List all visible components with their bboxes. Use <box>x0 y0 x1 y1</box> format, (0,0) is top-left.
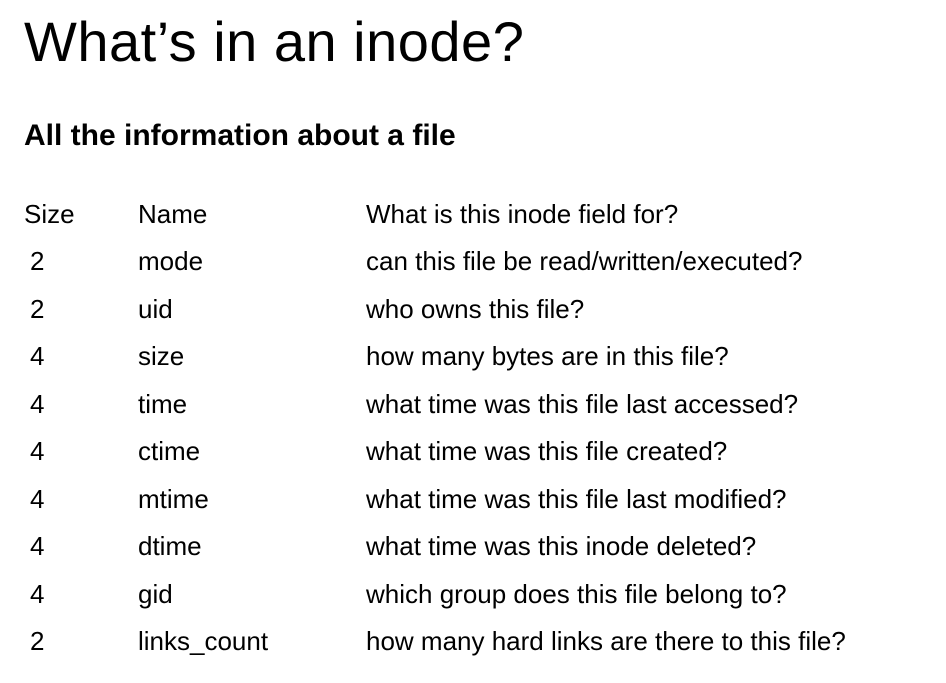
table-row: 4 ctime what time was this file created? <box>24 428 934 476</box>
inode-fields-table: Size Name What is this inode field for? … <box>24 190 934 665</box>
cell-description: can this file be read/written/executed? <box>366 246 803 277</box>
slide-title: What’s in an inode? <box>24 10 525 73</box>
table-row: 4 gid which group does this file belong … <box>24 570 934 618</box>
cell-size: 4 <box>30 483 45 514</box>
table-row: 4 mtime what time was this file last mod… <box>24 475 934 523</box>
cell-description: what time was this file last modified? <box>366 483 787 514</box>
table-row: 4 size how many bytes are in this file? <box>24 333 934 381</box>
cell-description: who owns this file? <box>366 293 585 324</box>
table-row: 4 time what time was this file last acce… <box>24 380 934 428</box>
slide-subtitle: All the information about a file <box>24 119 456 152</box>
cell-description: which group does this file belong to? <box>366 578 787 609</box>
table-row: 2 mode can this file be read/written/exe… <box>24 238 934 286</box>
table-header-row: Size Name What is this inode field for? <box>24 190 934 238</box>
cell-name: links_count <box>138 626 269 657</box>
cell-name: gid <box>138 578 173 609</box>
cell-size: 4 <box>30 578 45 609</box>
header-name: Name <box>138 198 208 229</box>
cell-size: 4 <box>30 436 45 467</box>
cell-description: what time was this inode deleted? <box>366 531 757 562</box>
cell-description: what time was this file created? <box>366 436 728 467</box>
cell-description: what time was this file last accessed? <box>366 388 799 419</box>
cell-description: how many hard links are there to this fi… <box>366 626 846 657</box>
table-row: 2 uid who owns this file? <box>24 285 934 333</box>
cell-name: size <box>138 341 185 372</box>
table-row: 4 dtime what time was this inode deleted… <box>24 523 934 571</box>
cell-name: dtime <box>138 531 202 562</box>
cell-name: mtime <box>138 483 209 514</box>
header-description: What is this inode field for? <box>366 198 679 229</box>
cell-size: 4 <box>30 341 45 372</box>
cell-size: 2 <box>30 626 45 657</box>
cell-name: mode <box>138 246 204 277</box>
cell-size: 2 <box>30 246 45 277</box>
cell-description: how many bytes are in this file? <box>366 341 729 372</box>
cell-size: 4 <box>30 388 45 419</box>
table-row: 2 links_count how many hard links are th… <box>24 618 934 666</box>
cell-name: time <box>138 388 188 419</box>
slide: What’s in an inode? All the information … <box>0 0 946 683</box>
cell-size: 2 <box>30 293 45 324</box>
header-size: Size <box>24 198 75 229</box>
cell-name: ctime <box>138 436 201 467</box>
cell-name: uid <box>138 293 173 324</box>
cell-size: 4 <box>30 531 45 562</box>
